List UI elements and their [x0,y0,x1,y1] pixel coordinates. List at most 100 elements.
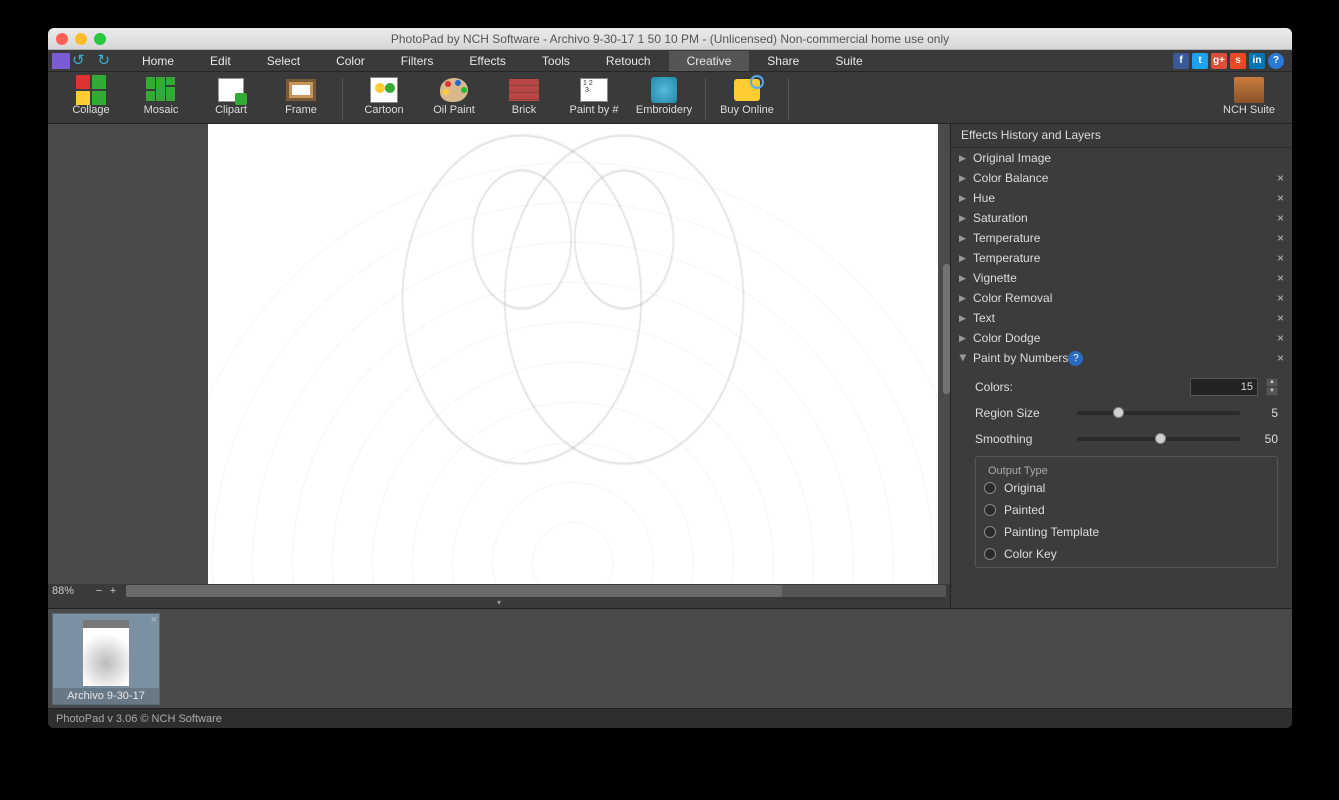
region-size-slider[interactable] [1077,411,1240,415]
canvas-viewport[interactable] [48,124,950,584]
status-bar: PhotoPad v 3.06 © NCH Software [48,708,1292,728]
status-text: PhotoPad v 3.06 © NCH Software [56,713,222,725]
layer-row-color-balance[interactable]: ▶Color Balance× [951,168,1292,188]
googleplus-icon[interactable]: g+ [1211,53,1227,69]
toolbar-frame-button[interactable]: Frame [266,76,336,122]
menu-creative[interactable]: Creative [669,51,750,71]
colors-stepper[interactable]: ▲▼ [1266,378,1278,396]
layer-delete-icon[interactable]: × [1277,291,1284,305]
layer-delete-icon[interactable]: × [1277,271,1284,285]
disclosure-triangle-icon: ▶ [959,273,967,284]
toolbar-label: Frame [285,104,317,116]
layer-delete-icon[interactable]: × [1277,311,1284,325]
toolbar-brick-button[interactable]: Brick [489,76,559,122]
menu-suite[interactable]: Suite [817,51,880,71]
help-icon[interactable]: ? [1268,53,1284,69]
toolbar-label: Collage [72,104,109,116]
suite-icon [1234,77,1264,103]
zoom-in-button[interactable]: + [106,585,120,597]
linkedin-icon[interactable]: in [1249,53,1265,69]
layer-label: Vignette [973,271,1017,285]
output-option-color-key[interactable]: Color Key [984,543,1269,565]
layer-row-text[interactable]: ▶ Text × [951,308,1292,328]
radio-icon [984,526,996,538]
layer-row-color-removal[interactable]: ▶Color Removal× [951,288,1292,308]
output-option-painted[interactable]: Painted [984,499,1269,521]
layer-delete-icon[interactable]: × [1277,331,1284,345]
output-option-painting-template[interactable]: Painting Template [984,521,1269,543]
effects-layer-list: ▶Original Image▶Color Balance×▶Hue×▶Satu… [951,148,1292,608]
menu-select[interactable]: Select [249,51,318,71]
menu-tools[interactable]: Tools [524,51,588,71]
disclosure-triangle-icon: ▶ [958,354,969,362]
clipart-icon [218,78,244,102]
layer-delete-icon[interactable]: × [1277,251,1284,265]
toolbar-label: Oil Paint [433,104,475,116]
twitter-icon[interactable]: t [1192,53,1208,69]
stumbleupon-icon[interactable]: s [1230,53,1246,69]
colors-input[interactable] [1190,378,1258,396]
zoom-out-button[interactable]: − [92,585,106,597]
layer-label: Text [973,311,995,325]
output-option-label: Painted [1004,503,1045,517]
embroidery-icon [651,77,677,103]
layer-help-icon[interactable]: ? [1068,351,1083,366]
layer-row-temperature[interactable]: ▶Temperature× [951,248,1292,268]
redo-icon[interactable]: ↺ [92,53,110,69]
thumbnail-close-icon[interactable]: × [151,614,157,626]
toolbar-cartoon-button[interactable]: Cartoon [349,76,419,122]
toolbar-embroidery-button[interactable]: Embroidery [629,76,699,122]
menu-home[interactable]: Home [124,51,192,71]
titlebar: PhotoPad by NCH Software - Archivo 9-30-… [48,28,1292,50]
menu-retouch[interactable]: Retouch [588,51,669,71]
layer-delete-icon[interactable]: × [1277,231,1284,245]
smoothing-label: Smoothing [975,432,1061,446]
layer-row-vignette[interactable]: ▶ Vignette × [951,268,1292,288]
output-option-original[interactable]: Original [984,477,1269,499]
colors-label: Colors: [975,380,1061,394]
save-icon[interactable] [52,53,70,69]
menu-color[interactable]: Color [318,51,383,71]
toolbar-paint-by--button[interactable]: Paint by # [559,76,629,122]
facebook-icon[interactable]: f [1173,53,1189,69]
toolbar-oil-paint-button[interactable]: Oil Paint [419,76,489,122]
layer-row-original-image[interactable]: ▶Original Image [951,148,1292,168]
nch-suite-button[interactable]: NCH Suite [1214,76,1284,116]
output-option-image-template-and-colors[interactable]: Image, Template, and Colors [984,565,1269,568]
layer-row-paint-by-numbers[interactable]: ▶Paint by Numbers?× [951,348,1292,368]
menu-effects[interactable]: Effects [451,51,523,71]
layer-label: Temperature [973,231,1040,245]
app-window: PhotoPad by NCH Software - Archivo 9-30-… [48,28,1292,728]
menu-edit[interactable]: Edit [192,51,249,71]
toolbar-clipart-button[interactable]: Clipart [196,76,266,122]
region-size-value: 5 [1256,406,1278,420]
thumbnail-image [83,620,129,686]
layer-row-hue[interactable]: ▶Hue× [951,188,1292,208]
layer-delete-icon[interactable]: × [1277,171,1284,185]
toolbar-collage-button[interactable]: Collage [56,76,126,122]
disclosure-triangle-icon: ▶ [959,313,967,324]
layer-row-saturation[interactable]: ▶Saturation× [951,208,1292,228]
frame-icon [286,79,316,101]
paint-by-numbers-controls: Colors:▲▼Region Size5Smoothing50Output T… [951,368,1292,578]
layer-delete-icon[interactable]: × [1277,191,1284,205]
output-option-label: Painting Template [1004,525,1099,539]
undo-icon[interactable]: ↺ [72,53,90,69]
document-thumbnail[interactable]: × Archivo 9-30-17 [52,613,160,705]
layer-delete-icon[interactable]: × [1277,351,1284,365]
toolbar-mosaic-button[interactable]: Mosaic [126,76,196,122]
menu-filters[interactable]: Filters [383,51,452,71]
layer-row-temperature[interactable]: ▶Temperature× [951,228,1292,248]
menu-share[interactable]: Share [749,51,817,71]
collapse-handle[interactable]: ▾ [48,598,950,608]
smoothing-slider[interactable] [1077,437,1240,441]
disclosure-triangle-icon: ▶ [959,213,967,224]
vertical-scrollbar[interactable] [943,264,950,394]
zoom-bar: 88% − + [48,584,950,598]
toolbar-buy-online-button[interactable]: Buy Online [712,76,782,122]
thumbnail-label: Archivo 9-30-17 [53,688,159,704]
layer-row-color-dodge[interactable]: ▶Color Dodge× [951,328,1292,348]
layer-delete-icon[interactable]: × [1277,211,1284,225]
horizontal-scrollbar[interactable] [126,585,946,597]
toolbar-label: Cartoon [364,104,403,116]
